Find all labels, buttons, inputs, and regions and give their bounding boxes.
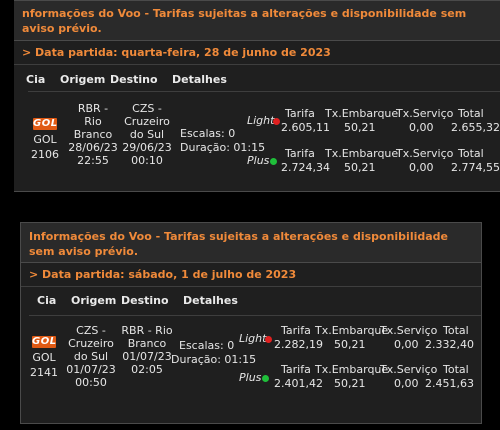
- flight-number: 2141: [30, 366, 58, 379]
- fare-plus-tarifa: 2.401,42: [274, 377, 323, 390]
- fare-plus-green-dot-icon: [270, 158, 277, 165]
- fare-header-embarque: Tx.Embarque: [315, 363, 389, 376]
- destination-line: Cruzeiro: [124, 115, 170, 128]
- fare-header-servico: Tx.Serviço: [380, 363, 438, 376]
- fare-header-embarque: Tx.Embarque: [325, 107, 399, 120]
- duration: Duração: 01:15: [171, 353, 257, 366]
- destination-info: CZS - Cruzeiro do Sul 29/06/23 00:10: [120, 102, 174, 167]
- fare-light-embarque: 50,21: [344, 121, 376, 134]
- fare-header-servico: Tx.Serviço: [396, 107, 454, 120]
- fare-light-tarifa: 2.282,19: [274, 338, 323, 351]
- flight-info-panel-2: Informações do Voo - Tarifas sujeitas a …: [20, 222, 482, 424]
- origin-line: CZS -: [76, 324, 106, 337]
- fare-light-servico: 0,00: [394, 338, 419, 351]
- fare-plus-embarque: 50,21: [334, 377, 366, 390]
- fare-header-tarifa: Tarifa: [285, 107, 315, 120]
- fare-header-tarifa: Tarifa: [281, 363, 311, 376]
- airline-name: GOL: [33, 133, 57, 146]
- stops: Escalas: 0: [180, 127, 236, 140]
- fare-light-tarifa: 2.605,11: [281, 121, 330, 134]
- fare-light-total: 2.655,32: [451, 121, 500, 134]
- gol-logo: GOL: [33, 118, 58, 130]
- origin-line: 28/06/23: [68, 141, 118, 154]
- fare-name-plus[interactable]: Plus: [247, 154, 269, 167]
- fare-plus-tarifa: 2.724,34: [281, 161, 330, 174]
- col-header-destino: Destino: [110, 73, 158, 86]
- duration: Duração: 01:15: [180, 141, 266, 154]
- destination-info: RBR - Rio Branco 01/07/23 02:05: [115, 324, 179, 376]
- origin-info: CZS - Cruzeiro do Sul 01/07/23 00:50: [61, 324, 121, 389]
- flight-info-panel-1: nformações do Voo - Tarifas sujeitas a a…: [14, 0, 500, 192]
- flight-row[interactable]: GOL GOL 2106 RBR - Rio Branco 28/06/23 2…: [28, 91, 500, 188]
- origin-line: Branco: [73, 128, 113, 141]
- destination-line: RBR - Rio: [121, 324, 173, 337]
- departure-date: > Data partida: sábado, 1 de julho de 20…: [21, 265, 481, 287]
- fare-header-tarifa: Tarifa: [285, 147, 315, 160]
- panel-header: Informações do Voo - Tarifas sujeitas a …: [21, 223, 481, 263]
- origin-line: 01/07/23: [66, 363, 116, 376]
- stops: Escalas: 0: [179, 339, 235, 352]
- airline-name: GOL: [32, 351, 56, 364]
- origin-info: RBR - Rio Branco 28/06/23 22:55: [66, 102, 120, 167]
- origin-line: Cruzeiro: [68, 337, 114, 350]
- col-header-detalhes: Detalhes: [183, 294, 238, 307]
- destination-line: 02:05: [131, 363, 163, 376]
- fare-light-embarque: 50,21: [334, 338, 366, 351]
- destination-line: do Sul: [129, 128, 165, 141]
- fare-light-red-dot-icon: [265, 336, 272, 343]
- fare-name-plus[interactable]: Plus: [239, 371, 261, 384]
- col-header-origem: Origem: [71, 294, 117, 307]
- fare-header-embarque: Tx.Embarque: [315, 324, 389, 337]
- fare-light-servico: 0,00: [409, 121, 434, 134]
- gol-logo: GOL: [32, 336, 57, 348]
- fare-header-servico: Tx.Serviço: [380, 324, 438, 337]
- fare-name-light[interactable]: Light: [239, 332, 266, 345]
- origin-line: 00:50: [75, 376, 107, 389]
- fare-plus-green-dot-icon: [262, 375, 269, 382]
- panel-header: nformações do Voo - Tarifas sujeitas a a…: [14, 1, 500, 41]
- fare-name-light[interactable]: Light: [247, 114, 274, 127]
- fare-light-red-dot-icon: [273, 118, 280, 125]
- fare-header-total: Total: [458, 107, 484, 120]
- origin-line: 22:55: [77, 154, 109, 167]
- fare-header-embarque: Tx.Embarque: [325, 147, 399, 160]
- flight-number: 2106: [31, 148, 59, 161]
- flight-row[interactable]: GOL GOL 2141 CZS - Cruzeiro do Sul 01/07…: [29, 315, 481, 420]
- fare-plus-total: 2.774,55: [451, 161, 500, 174]
- fare-header-servico: Tx.Serviço: [396, 147, 454, 160]
- origin-line: Rio: [84, 115, 102, 128]
- destination-line: 00:10: [131, 154, 163, 167]
- fare-header-total: Total: [458, 147, 484, 160]
- fare-light-total: 2.332,40: [425, 338, 474, 351]
- destination-line: 29/06/23: [122, 141, 172, 154]
- col-header-origem: Origem: [60, 73, 106, 86]
- destination-line: CZS -: [132, 102, 162, 115]
- destination-line: Branco: [127, 337, 167, 350]
- col-header-cia: Cia: [26, 73, 46, 86]
- origin-line: do Sul: [73, 350, 109, 363]
- fare-plus-embarque: 50,21: [344, 161, 376, 174]
- fare-header-tarifa: Tarifa: [281, 324, 311, 337]
- destination-line: 01/07/23: [122, 350, 172, 363]
- col-header-detalhes: Detalhes: [172, 73, 227, 86]
- col-header-cia: Cia: [37, 294, 57, 307]
- departure-date: > Data partida: quarta-feira, 28 de junh…: [14, 43, 500, 65]
- origin-line: RBR -: [77, 102, 109, 115]
- fare-header-total: Total: [443, 363, 469, 376]
- col-header-destino: Destino: [121, 294, 169, 307]
- fare-header-total: Total: [443, 324, 469, 337]
- fare-plus-servico: 0,00: [409, 161, 434, 174]
- fare-plus-servico: 0,00: [394, 377, 419, 390]
- fare-plus-total: 2.451,63: [425, 377, 474, 390]
